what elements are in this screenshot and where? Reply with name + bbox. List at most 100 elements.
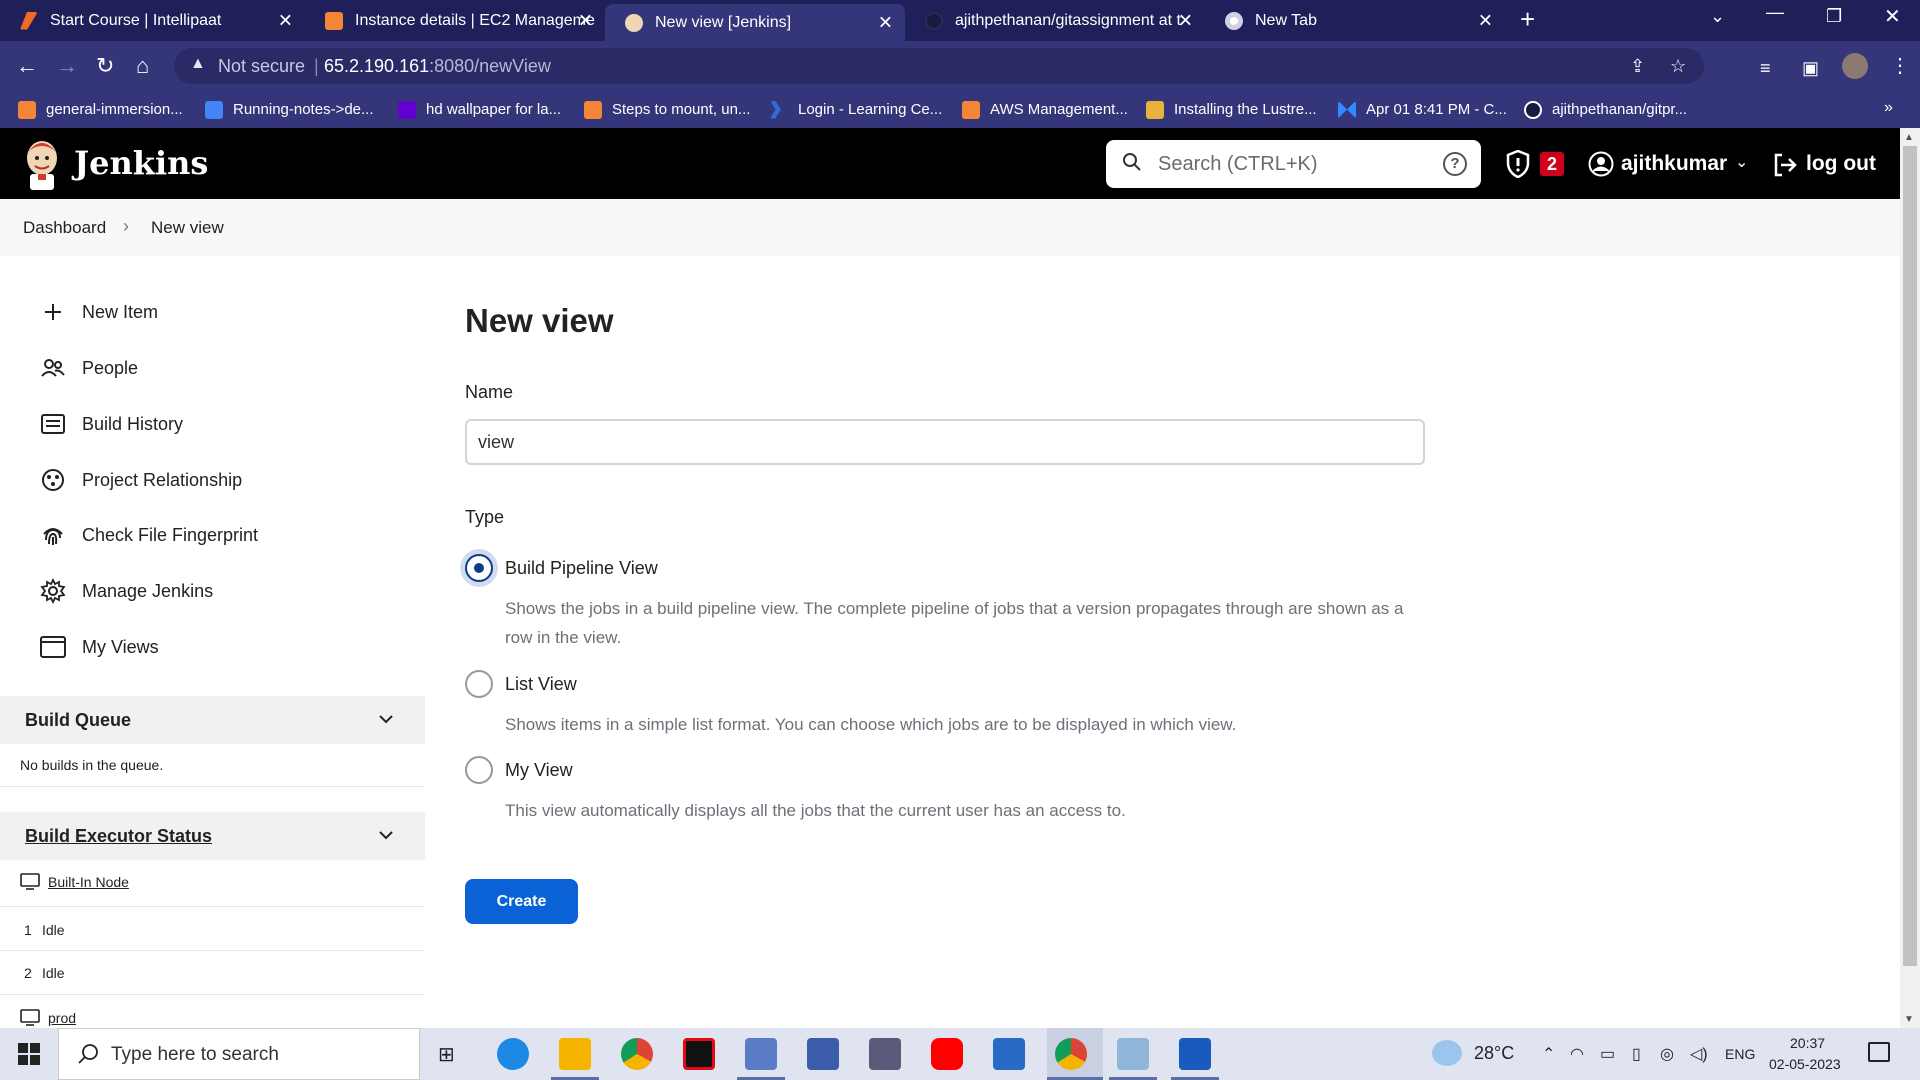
radio-build-pipeline-view[interactable]	[465, 554, 493, 582]
clock-date[interactable]: 02-05-2023	[1769, 1056, 1841, 1072]
notes-icon[interactable]	[1117, 1038, 1149, 1070]
help-icon[interactable]: ?	[1443, 152, 1467, 176]
language-indicator[interactable]: ENG	[1725, 1046, 1755, 1062]
sidebar-item-manage-jenkins[interactable]: Manage Jenkins	[40, 571, 400, 611]
sidebar-item-check-file-fingerprint[interactable]: Check File Fingerprint	[40, 515, 400, 555]
chevron-down-icon[interactable]	[377, 826, 395, 844]
home-icon[interactable]: ⌂	[136, 53, 149, 79]
scroll-up-icon[interactable]: ▲	[1904, 132, 1914, 143]
netflix-icon[interactable]	[683, 1038, 715, 1070]
view-name-input[interactable]	[465, 419, 1425, 465]
option-label-my-view[interactable]: My View	[505, 760, 573, 781]
scroll-down-icon[interactable]: ▼	[1904, 1014, 1914, 1025]
menu-icon[interactable]: ⋮	[1890, 53, 1910, 79]
sidebar-item-people[interactable]: People	[40, 348, 400, 388]
battery-icon[interactable]: ▭	[1600, 1044, 1615, 1064]
more-bookmarks-icon[interactable]: »	[1884, 99, 1893, 117]
forward-icon[interactable]: →	[56, 53, 78, 79]
weather-temp[interactable]: 28°C	[1474, 1043, 1514, 1064]
chevron-up-icon[interactable]: ⌃	[1542, 1044, 1555, 1064]
wifi-icon[interactable]: ◠	[1570, 1044, 1584, 1064]
build-executor-title[interactable]: Build Executor Status	[25, 826, 212, 847]
logout-icon[interactable]	[1772, 152, 1798, 178]
browser-tab[interactable]: New Tab ✕	[1205, 0, 1505, 41]
media-icon[interactable]: ≡	[1760, 55, 1771, 81]
security-status[interactable]: Not secure	[218, 56, 305, 77]
option-label-list-view[interactable]: List View	[505, 674, 577, 695]
warning-icon[interactable]: ▲	[190, 55, 206, 73]
word-icon[interactable]	[1179, 1038, 1211, 1070]
close-icon[interactable]: ✕	[578, 10, 593, 31]
device-icon[interactable]: ▯	[1632, 1044, 1641, 1064]
profile-avatar[interactable]	[1842, 53, 1868, 79]
reload-icon[interactable]: ↻	[96, 53, 114, 79]
bookmark-item[interactable]: Running-notes->de...	[205, 91, 374, 128]
network-app-icon[interactable]	[745, 1038, 777, 1070]
clock-time[interactable]: 20:37	[1790, 1035, 1825, 1051]
browser-tab-active[interactable]: New view [Jenkins] ✕	[605, 4, 905, 41]
windows-start-icon[interactable]	[18, 1043, 40, 1065]
window-close-icon[interactable]: ✕	[1884, 4, 1901, 29]
breadcrumb-dashboard[interactable]: Dashboard	[23, 218, 106, 238]
bookmark-item[interactable]: Installing the Lustre...	[1146, 91, 1317, 128]
bookmark-item[interactable]: Login - Learning Ce...	[770, 91, 942, 128]
tab-search-chevron-icon[interactable]: ⌄	[1710, 6, 1725, 27]
restore-icon[interactable]: ❐	[1826, 6, 1842, 27]
build-executor-header[interactable]: Build Executor Status	[0, 812, 425, 860]
breadcrumb-new-view[interactable]: New view	[151, 218, 224, 238]
search-input[interactable]	[1158, 150, 1418, 178]
url-text[interactable]: 65.2.190.161:8080/newView	[324, 56, 551, 77]
bookmark-item[interactable]: Steps to mount, un...	[584, 91, 750, 128]
close-icon[interactable]: ✕	[278, 10, 293, 31]
share-icon[interactable]: ⇪	[1630, 56, 1645, 77]
chevron-down-icon[interactable]	[377, 710, 395, 728]
logout-link[interactable]: log out	[1806, 152, 1876, 176]
store-icon[interactable]	[993, 1038, 1025, 1070]
volume-icon[interactable]: ◁)	[1690, 1044, 1708, 1064]
new-tab-icon[interactable]: +	[1520, 4, 1535, 35]
chevron-down-icon[interactable]: ⌄	[1735, 152, 1748, 172]
close-icon[interactable]: ✕	[1178, 10, 1193, 31]
bookmark-star-icon[interactable]: ☆	[1670, 56, 1686, 77]
browser-tab[interactable]: Start Course | Intellipaat ✕	[0, 0, 305, 41]
scrollbar-thumb[interactable]	[1903, 146, 1917, 966]
page-scrollbar[interactable]: ▲ ▼	[1900, 128, 1920, 1028]
weather-icon[interactable]	[1432, 1040, 1462, 1066]
node-link-built-in[interactable]: Built-In Node	[48, 874, 129, 890]
remote-desktop-icon[interactable]	[807, 1038, 839, 1070]
sidebar-item-my-views[interactable]: My Views	[40, 627, 400, 667]
edge-icon[interactable]	[497, 1038, 529, 1070]
jenkins-title[interactable]: Jenkins	[74, 144, 208, 182]
bookmark-item[interactable]: AWS Management...	[962, 91, 1128, 128]
taskbar-search[interactable]: Type here to search	[58, 1028, 420, 1080]
shield-icon[interactable]	[1506, 150, 1530, 178]
back-icon[interactable]: ←	[16, 53, 38, 79]
task-view-icon[interactable]: ⊞	[438, 1042, 455, 1067]
search-box[interactable]: ?	[1106, 140, 1481, 188]
browser-tab[interactable]: Instance details | EC2 Manageme ✕	[305, 0, 605, 41]
sidebar-item-project-relationship[interactable]: Project Relationship	[40, 460, 400, 500]
close-icon[interactable]: ✕	[878, 12, 893, 33]
chrome-icon[interactable]	[621, 1038, 653, 1070]
sidebar-item-build-history[interactable]: Build History	[40, 404, 400, 444]
minimize-icon[interactable]: —	[1766, 2, 1784, 23]
radio-my-view[interactable]	[465, 756, 493, 784]
create-button[interactable]: Create	[465, 879, 578, 924]
username-link[interactable]: ajithkumar	[1621, 152, 1727, 176]
bookmark-item[interactable]: Apr 01 8:41 PM - C...	[1338, 91, 1507, 128]
notification-icon[interactable]	[1868, 1042, 1890, 1062]
sidebar-item-new-item[interactable]: New Item	[40, 292, 400, 332]
radio-list-view[interactable]	[465, 670, 493, 698]
security-count-badge[interactable]: 2	[1540, 152, 1564, 176]
browser-tab[interactable]: ajithpethanan/gitassignment at t ✕	[905, 0, 1205, 41]
bookmark-item[interactable]: ajithpethanan/gitpr...	[1524, 91, 1687, 128]
chrome-active-icon[interactable]	[1055, 1038, 1087, 1070]
jenkins-logo-icon[interactable]	[22, 138, 62, 190]
address-bar[interactable]: ▲ Not secure | 65.2.190.161:8080/newView…	[174, 48, 1704, 84]
side-panel-icon[interactable]: ▣	[1802, 55, 1819, 81]
bookmark-item[interactable]: general-immersion...	[18, 91, 183, 128]
bookmark-item[interactable]: hd wallpaper for la...	[398, 91, 561, 128]
close-icon[interactable]: ✕	[1478, 10, 1493, 31]
node-link-prod[interactable]: prod	[48, 1010, 76, 1026]
user-icon[interactable]	[1588, 151, 1614, 177]
